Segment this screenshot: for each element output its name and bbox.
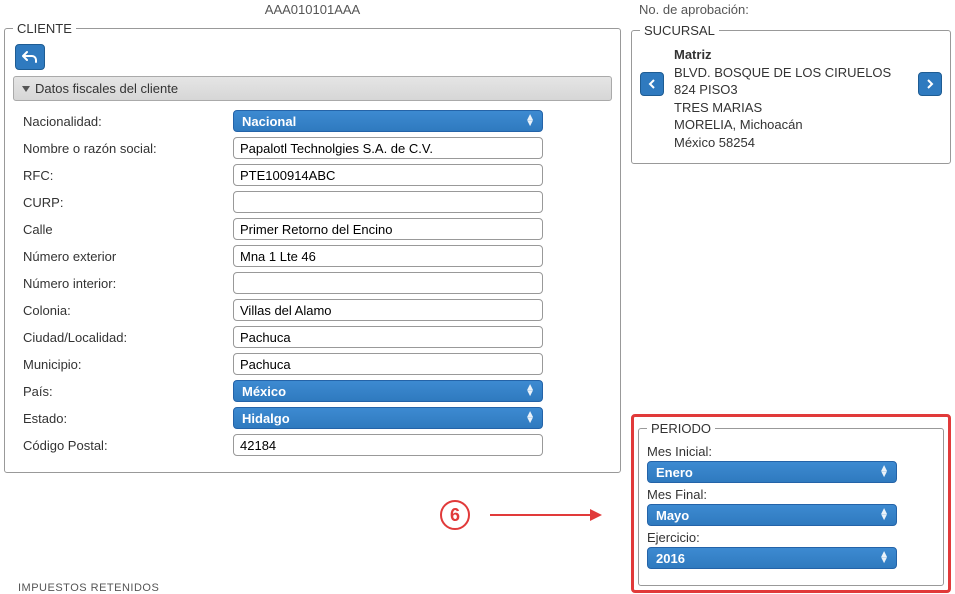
sucursal-address-line3: MORELIA, Michoacán xyxy=(674,116,908,134)
razon-input[interactable] xyxy=(233,137,543,159)
cp-label: Código Postal: xyxy=(23,438,233,453)
municipio-label: Municipio: xyxy=(23,357,233,372)
razon-label: Nombre o razón social: xyxy=(23,141,233,156)
numext-input[interactable] xyxy=(233,245,543,267)
step-annotation: 6 xyxy=(440,500,600,530)
mes-inicial-select[interactable]: Enero ▲▼ xyxy=(647,461,897,483)
ciudad-input[interactable] xyxy=(233,326,543,348)
mes-inicial-label: Mes Inicial: xyxy=(647,444,935,459)
periodo-fieldset: PERIODO Mes Inicial: Enero ▲▼ Mes Final:… xyxy=(638,421,944,586)
sucursal-address-line2: TRES MARIAS xyxy=(674,99,908,117)
numext-label: Número exterior xyxy=(23,249,233,264)
chevron-left-icon xyxy=(648,79,656,89)
header-code: AAA010101AAA xyxy=(4,0,621,21)
section-title: Datos fiscales del cliente xyxy=(35,81,178,96)
rfc-input[interactable] xyxy=(233,164,543,186)
step-number-badge: 6 xyxy=(440,500,470,530)
colonia-label: Colonia: xyxy=(23,303,233,318)
sucursal-fieldset: SUCURSAL Matriz BLVD. BOSQUE DE LOS CIRU… xyxy=(631,23,951,164)
sucursal-address-line1: BLVD. BOSQUE DE LOS CIRUELOS 824 PISO3 xyxy=(674,64,908,99)
numint-label: Número interior: xyxy=(23,276,233,291)
sucursal-legend: SUCURSAL xyxy=(640,23,719,38)
ejercicio-label: Ejercicio: xyxy=(647,530,935,545)
nacionalidad-label: Nacionalidad: xyxy=(23,114,233,129)
curp-label: CURP: xyxy=(23,195,233,210)
chevron-down-icon xyxy=(22,86,30,92)
nacionalidad-select[interactable]: Nacional ▲▼ xyxy=(233,110,543,132)
cp-input[interactable] xyxy=(233,434,543,456)
mes-final-label: Mes Final: xyxy=(647,487,935,502)
chevron-right-icon xyxy=(926,79,934,89)
undo-icon xyxy=(22,50,38,64)
cliente-legend: CLIENTE xyxy=(13,21,76,36)
estado-label: Estado: xyxy=(23,411,233,426)
municipio-input[interactable] xyxy=(233,353,543,375)
sucursal-prev-button[interactable] xyxy=(640,72,664,96)
cliente-fieldset: CLIENTE Datos fiscales del cliente Nacio… xyxy=(4,21,621,473)
rfc-label: RFC: xyxy=(23,168,233,183)
datos-fiscales-header[interactable]: Datos fiscales del cliente xyxy=(13,76,612,101)
estado-select[interactable]: Hidalgo ▲▼ xyxy=(233,407,543,429)
undo-button[interactable] xyxy=(15,44,45,70)
calle-label: Calle xyxy=(23,222,233,237)
numint-input[interactable] xyxy=(233,272,543,294)
ejercicio-select[interactable]: 2016 ▲▼ xyxy=(647,547,897,569)
mes-final-select[interactable]: Mayo ▲▼ xyxy=(647,504,897,526)
colonia-input[interactable] xyxy=(233,299,543,321)
bottom-cut-text: IMPUESTOS RETENIDOS xyxy=(18,582,159,594)
sucursal-next-button[interactable] xyxy=(918,72,942,96)
periodo-legend: PERIODO xyxy=(647,421,715,436)
sucursal-info: Matriz BLVD. BOSQUE DE LOS CIRUELOS 824 … xyxy=(674,46,908,151)
arrow-right-icon xyxy=(490,514,600,516)
approval-label: No. de aprobación: xyxy=(631,0,951,23)
periodo-highlight: PERIODO Mes Inicial: Enero ▲▼ Mes Final:… xyxy=(631,414,951,593)
calle-input[interactable] xyxy=(233,218,543,240)
ciudad-label: Ciudad/Localidad: xyxy=(23,330,233,345)
curp-input[interactable] xyxy=(233,191,543,213)
sucursal-address-line4: México 58254 xyxy=(674,134,908,152)
sucursal-name: Matriz xyxy=(674,46,908,64)
pais-label: País: xyxy=(23,384,233,399)
pais-select[interactable]: México ▲▼ xyxy=(233,380,543,402)
